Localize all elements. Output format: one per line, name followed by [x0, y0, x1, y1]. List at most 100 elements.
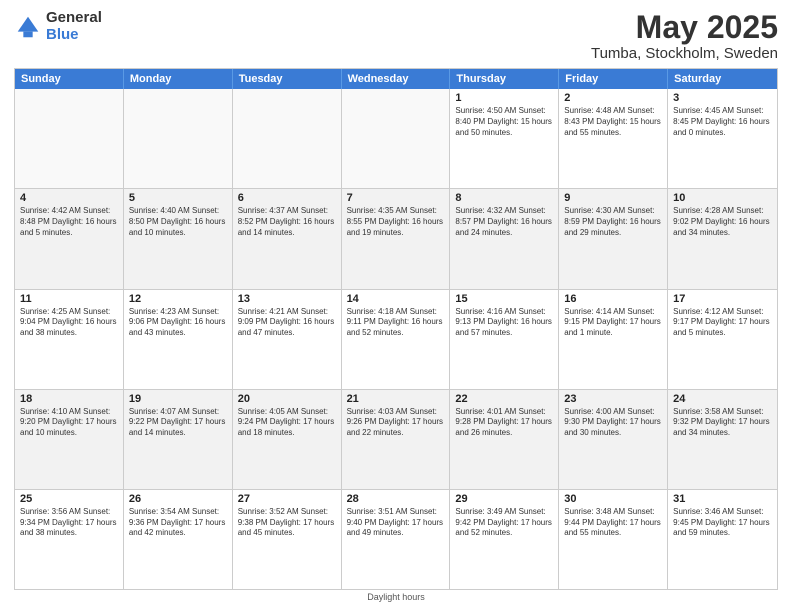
- day-info: Sunrise: 4:23 AM Sunset: 9:06 PM Dayligh…: [129, 307, 227, 339]
- day-info: Sunrise: 4:10 AM Sunset: 9:20 PM Dayligh…: [20, 407, 118, 439]
- day-cell-29: 29 Sunrise: 3:49 AM Sunset: 9:42 PM Dayli…: [450, 490, 559, 589]
- header-day-friday: Friday: [559, 69, 668, 89]
- day-info: Sunrise: 3:51 AM Sunset: 9:40 PM Dayligh…: [347, 507, 445, 539]
- day-info: Sunrise: 4:32 AM Sunset: 8:57 PM Dayligh…: [455, 206, 553, 238]
- day-info: Sunrise: 3:56 AM Sunset: 9:34 PM Dayligh…: [20, 507, 118, 539]
- day-info: Sunrise: 4:18 AM Sunset: 9:11 PM Dayligh…: [347, 307, 445, 339]
- day-info: Sunrise: 3:48 AM Sunset: 9:44 PM Dayligh…: [564, 507, 662, 539]
- day-info: Sunrise: 3:46 AM Sunset: 9:45 PM Dayligh…: [673, 507, 772, 539]
- day-info: Sunrise: 4:14 AM Sunset: 9:15 PM Dayligh…: [564, 307, 662, 339]
- day-cell-19: 19 Sunrise: 4:07 AM Sunset: 9:22 PM Dayli…: [124, 390, 233, 489]
- day-cell-8: 8 Sunrise: 4:32 AM Sunset: 8:57 PM Daylig…: [450, 189, 559, 288]
- day-cell-6: 6 Sunrise: 4:37 AM Sunset: 8:52 PM Daylig…: [233, 189, 342, 288]
- day-cell-23: 23 Sunrise: 4:00 AM Sunset: 9:30 PM Dayli…: [559, 390, 668, 489]
- header-day-wednesday: Wednesday: [342, 69, 451, 89]
- day-cell-20: 20Sunrise: 4:05 AM Sunset: 9:24 PM Dayli…: [233, 390, 342, 489]
- day-number: 23: [564, 393, 662, 405]
- day-number: 8: [455, 192, 553, 204]
- header-day-saturday: Saturday: [668, 69, 777, 89]
- day-cell-24: 24 Sunrise: 3:58 AM Sunset: 9:32 PM Dayli…: [668, 390, 777, 489]
- day-info: Sunrise: 4:03 AM Sunset: 9:26 PM Dayligh…: [347, 407, 445, 439]
- day-number: 27: [238, 493, 336, 505]
- day-cell-30: 30 Sunrise: 3:48 AM Sunset: 9:44 PM Dayli…: [559, 490, 668, 589]
- day-info: Sunrise: 4:21 AM Sunset: 9:09 PM Dayligh…: [238, 307, 336, 339]
- day-cell-27: 27 Sunrise: 3:52 AM Sunset: 9:38 PM Dayli…: [233, 490, 342, 589]
- day-cell-31: 31 Sunrise: 3:46 AM Sunset: 9:45 PM Dayli…: [668, 490, 777, 589]
- header-day-thursday: Thursday: [450, 69, 559, 89]
- day-number: 29: [455, 493, 553, 505]
- day-number: 6: [238, 192, 336, 204]
- day-cell-9: 9 Sunrise: 4:30 AM Sunset: 8:59 PM Daylig…: [559, 189, 668, 288]
- calendar-row-4: 25 Sunrise: 3:56 AM Sunset: 9:34 PM Dayli…: [15, 490, 777, 589]
- day-info: Sunrise: 4:00 AM Sunset: 9:30 PM Dayligh…: [564, 407, 662, 439]
- day-cell-10: 10 Sunrise: 4:28 AM Sunset: 9:02 PM Dayli…: [668, 189, 777, 288]
- logo-icon: [14, 13, 42, 41]
- logo: General Blue: [14, 10, 102, 43]
- day-info: Sunrise: 4:48 AM Sunset: 8:43 PM Dayligh…: [564, 106, 662, 138]
- title-block: May 2025 Tumba, Stockholm, Sweden: [591, 10, 778, 62]
- day-info: Sunrise: 3:58 AM Sunset: 9:32 PM Dayligh…: [673, 407, 772, 439]
- day-number: 2: [564, 92, 662, 104]
- day-number: 31: [673, 493, 772, 505]
- header-day-tuesday: Tuesday: [233, 69, 342, 89]
- day-cell-1: 1 Sunrise: 4:50 AM Sunset: 8:40 PM Daylig…: [450, 89, 559, 188]
- day-number: 18: [20, 393, 118, 405]
- day-info: Sunrise: 4:12 AM Sunset: 9:17 PM Dayligh…: [673, 307, 772, 339]
- day-cell-2: 2 Sunrise: 4:48 AM Sunset: 8:43 PM Daylig…: [559, 89, 668, 188]
- day-number: 19: [129, 393, 227, 405]
- day-number: 3: [673, 92, 772, 104]
- day-info: Sunrise: 4:37 AM Sunset: 8:52 PM Dayligh…: [238, 206, 336, 238]
- day-info: Sunrise: 4:28 AM Sunset: 9:02 PM Dayligh…: [673, 206, 772, 238]
- day-info: Sunrise: 4:50 AM Sunset: 8:40 PM Dayligh…: [455, 106, 553, 138]
- calendar: SundayMondayTuesdayWednesdayThursdayFrid…: [14, 68, 778, 590]
- day-cell-25: 25 Sunrise: 3:56 AM Sunset: 9:34 PM Dayli…: [15, 490, 124, 589]
- calendar-row-0: 1 Sunrise: 4:50 AM Sunset: 8:40 PM Daylig…: [15, 89, 777, 189]
- day-number: 17: [673, 293, 772, 305]
- logo-blue-text: Blue: [46, 27, 102, 44]
- logo-text: General Blue: [46, 10, 102, 43]
- day-cell-18: 18 Sunrise: 4:10 AM Sunset: 9:20 PM Dayli…: [15, 390, 124, 489]
- day-info: Sunrise: 4:01 AM Sunset: 9:28 PM Dayligh…: [455, 407, 553, 439]
- day-info: Sunrise: 4:16 AM Sunset: 9:13 PM Dayligh…: [455, 307, 553, 339]
- day-number: 5: [129, 192, 227, 204]
- day-number: 21: [347, 393, 445, 405]
- calendar-header: SundayMondayTuesdayWednesdayThursdayFrid…: [15, 69, 777, 89]
- day-number: 25: [20, 493, 118, 505]
- day-number: 7: [347, 192, 445, 204]
- day-info: Sunrise: 3:54 AM Sunset: 9:36 PM Dayligh…: [129, 507, 227, 539]
- day-number: 9: [564, 192, 662, 204]
- day-number: 30: [564, 493, 662, 505]
- calendar-row-3: 18 Sunrise: 4:10 AM Sunset: 9:20 PM Dayli…: [15, 390, 777, 490]
- day-number: 26: [129, 493, 227, 505]
- day-info: Sunrise: 4:07 AM Sunset: 9:22 PM Dayligh…: [129, 407, 227, 439]
- day-info: Sunrise: 3:49 AM Sunset: 9:42 PM Dayligh…: [455, 507, 553, 539]
- day-number: 12: [129, 293, 227, 305]
- day-cell-15: 15Sunrise: 4:16 AM Sunset: 9:13 PM Dayli…: [450, 290, 559, 389]
- day-info: Sunrise: 3:52 AM Sunset: 9:38 PM Dayligh…: [238, 507, 336, 539]
- calendar-row-2: 11Sunrise: 4:25 AM Sunset: 9:04 PM Dayli…: [15, 290, 777, 390]
- day-info: Sunrise: 4:30 AM Sunset: 8:59 PM Dayligh…: [564, 206, 662, 238]
- day-cell-11: 11Sunrise: 4:25 AM Sunset: 9:04 PM Dayli…: [15, 290, 124, 389]
- day-cell-22: 22Sunrise: 4:01 AM Sunset: 9:28 PM Dayli…: [450, 390, 559, 489]
- empty-cell-0-0: [15, 89, 124, 188]
- day-number: 4: [20, 192, 118, 204]
- day-info: Sunrise: 4:40 AM Sunset: 8:50 PM Dayligh…: [129, 206, 227, 238]
- day-cell-3: 3Sunrise: 4:45 AM Sunset: 8:45 PM Daylig…: [668, 89, 777, 188]
- day-cell-5: 5 Sunrise: 4:40 AM Sunset: 8:50 PM Daylig…: [124, 189, 233, 288]
- day-number: 24: [673, 393, 772, 405]
- day-cell-14: 14Sunrise: 4:18 AM Sunset: 9:11 PM Dayli…: [342, 290, 451, 389]
- day-cell-26: 26 Sunrise: 3:54 AM Sunset: 9:36 PM Dayli…: [124, 490, 233, 589]
- day-info: Sunrise: 4:35 AM Sunset: 8:55 PM Dayligh…: [347, 206, 445, 238]
- day-cell-4: 4Sunrise: 4:42 AM Sunset: 8:48 PM Daylig…: [15, 189, 124, 288]
- day-cell-17: 17 Sunrise: 4:12 AM Sunset: 9:17 PM Dayli…: [668, 290, 777, 389]
- day-cell-12: 12 Sunrise: 4:23 AM Sunset: 9:06 PM Dayli…: [124, 290, 233, 389]
- day-number: 10: [673, 192, 772, 204]
- daylight-hours-label: Daylight hours: [14, 592, 778, 602]
- calendar-body: 1 Sunrise: 4:50 AM Sunset: 8:40 PM Daylig…: [15, 89, 777, 589]
- day-number: 16: [564, 293, 662, 305]
- page: General Blue May 2025 Tumba, Stockholm, …: [0, 0, 792, 612]
- day-number: 1: [455, 92, 553, 104]
- header: General Blue May 2025 Tumba, Stockholm, …: [14, 10, 778, 62]
- day-number: 11: [20, 293, 118, 305]
- day-number: 13: [238, 293, 336, 305]
